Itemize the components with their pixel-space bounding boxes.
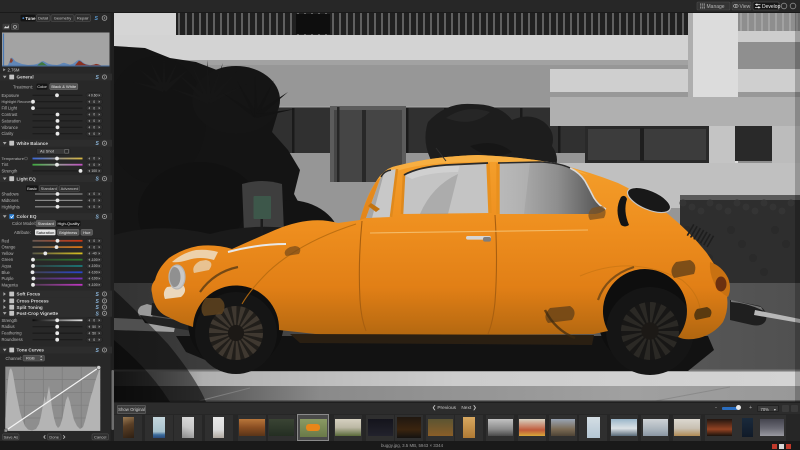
svg-text:Aqua: Aqua bbox=[2, 264, 12, 269]
svg-text:Tint: Tint bbox=[2, 162, 10, 167]
svg-text:Blue: Blue bbox=[2, 270, 11, 275]
svg-text:General: General bbox=[17, 75, 34, 80]
svg-text:Shadows: Shadows bbox=[2, 192, 19, 197]
svg-text:Midtones: Midtones bbox=[2, 198, 19, 203]
svg-text:0: 0 bbox=[93, 106, 95, 110]
svg-text:0: 0 bbox=[93, 163, 95, 167]
svg-text:As Shot: As Shot bbox=[40, 149, 55, 154]
svg-text:Saturation: Saturation bbox=[2, 118, 22, 123]
svg-text:View: View bbox=[740, 4, 751, 10]
svg-text:Vibrance: Vibrance bbox=[2, 125, 19, 130]
svg-text:Orange: Orange bbox=[2, 245, 17, 250]
svg-text:Cancel: Cancel bbox=[94, 434, 107, 439]
svg-text:Geometry: Geometry bbox=[54, 16, 72, 21]
svg-text:100: 100 bbox=[91, 169, 97, 173]
svg-text:Brightness: Brightness bbox=[59, 231, 77, 235]
svg-text:0: 0 bbox=[93, 245, 95, 249]
svg-text:0: 0 bbox=[93, 132, 95, 136]
svg-text:-40: -40 bbox=[92, 252, 97, 256]
svg-text:Advanced: Advanced bbox=[61, 186, 79, 191]
svg-text:0: 0 bbox=[93, 192, 95, 196]
svg-text:Basic: Basic bbox=[27, 186, 37, 191]
svg-text:Exposure: Exposure bbox=[2, 93, 20, 98]
svg-text:0: 0 bbox=[93, 100, 95, 104]
svg-text:Develop: Develop bbox=[762, 4, 781, 10]
svg-text:Post-Crop Vignette: Post-Crop Vignette bbox=[17, 311, 59, 316]
svg-text:Cross Process: Cross Process bbox=[17, 299, 50, 304]
svg-text:0: 0 bbox=[93, 205, 95, 209]
svg-text:Strength: Strength bbox=[2, 168, 19, 173]
svg-text:Highlight Recovery: Highlight Recovery bbox=[2, 100, 34, 104]
svg-text:Save As: Save As bbox=[3, 434, 18, 439]
svg-text:Black & White: Black & White bbox=[51, 84, 77, 89]
svg-text:-100: -100 bbox=[91, 271, 98, 275]
svg-text:High-Quality: High-Quality bbox=[57, 221, 79, 226]
svg-text:0: 0 bbox=[93, 126, 95, 130]
svg-text:Split Toning: Split Toning bbox=[17, 305, 43, 310]
svg-text:Hue: Hue bbox=[83, 230, 91, 235]
svg-text:Soft Focus: Soft Focus bbox=[17, 292, 41, 297]
svg-text:Highlights: Highlights bbox=[2, 204, 20, 209]
svg-text:Repair: Repair bbox=[77, 16, 89, 21]
svg-text:Color: Color bbox=[37, 84, 47, 89]
svg-text:Tone Curves: Tone Curves bbox=[17, 348, 45, 353]
svg-text:Color EQ: Color EQ bbox=[17, 214, 37, 219]
svg-text:0: 0 bbox=[93, 199, 95, 203]
svg-text:0: 0 bbox=[93, 113, 95, 117]
svg-text:50: 50 bbox=[92, 325, 96, 329]
svg-text:Saturation: Saturation bbox=[36, 230, 54, 235]
svg-text:Manage: Manage bbox=[707, 4, 725, 10]
svg-text:White Balance: White Balance bbox=[17, 141, 49, 146]
svg-text:Color Model:: Color Model: bbox=[12, 221, 36, 226]
svg-text:0: 0 bbox=[93, 119, 95, 123]
svg-text:Roundness: Roundness bbox=[2, 337, 23, 342]
svg-text:0: 0 bbox=[93, 239, 95, 243]
svg-text:S: S bbox=[95, 16, 99, 22]
svg-text:Strength: Strength bbox=[2, 318, 19, 323]
svg-text:Treatment:: Treatment: bbox=[13, 84, 33, 89]
svg-text:RGB: RGB bbox=[26, 356, 35, 361]
svg-text:Magenta: Magenta bbox=[2, 282, 19, 287]
svg-text:-100: -100 bbox=[91, 264, 98, 268]
svg-text:Standard: Standard bbox=[41, 186, 57, 191]
svg-text:-100: -100 bbox=[91, 283, 98, 287]
svg-text:0: 0 bbox=[93, 319, 95, 323]
svg-text:Clarity: Clarity bbox=[2, 131, 15, 136]
svg-text:Done: Done bbox=[49, 434, 59, 439]
svg-text:Contrast: Contrast bbox=[2, 112, 19, 117]
svg-text:Fill Light: Fill Light bbox=[2, 106, 18, 111]
svg-text:Green: Green bbox=[2, 257, 14, 262]
svg-text:0.60: 0.60 bbox=[91, 94, 98, 98]
svg-text:2.76M: 2.76M bbox=[8, 68, 20, 73]
svg-text:-100: -100 bbox=[91, 277, 98, 281]
svg-text:Light EQ: Light EQ bbox=[17, 176, 37, 181]
svg-text:50: 50 bbox=[92, 331, 96, 335]
svg-text:Tune: Tune bbox=[25, 16, 36, 21]
svg-text:Attribute:: Attribute: bbox=[14, 230, 31, 235]
svg-text:Standard: Standard bbox=[38, 221, 54, 226]
svg-text:0: 0 bbox=[93, 338, 95, 342]
svg-text:Red: Red bbox=[2, 238, 10, 243]
svg-text:-100: -100 bbox=[91, 258, 98, 262]
svg-text:Radius: Radius bbox=[2, 324, 15, 329]
svg-text:0: 0 bbox=[93, 157, 95, 161]
svg-text:Channel:: Channel: bbox=[6, 356, 23, 361]
svg-text:Detail: Detail bbox=[38, 16, 48, 21]
svg-text:Yellow: Yellow bbox=[2, 251, 15, 256]
svg-text:Temperature: Temperature bbox=[2, 156, 25, 161]
svg-text:Purple: Purple bbox=[2, 276, 15, 281]
svg-text:Feathering: Feathering bbox=[2, 331, 23, 336]
